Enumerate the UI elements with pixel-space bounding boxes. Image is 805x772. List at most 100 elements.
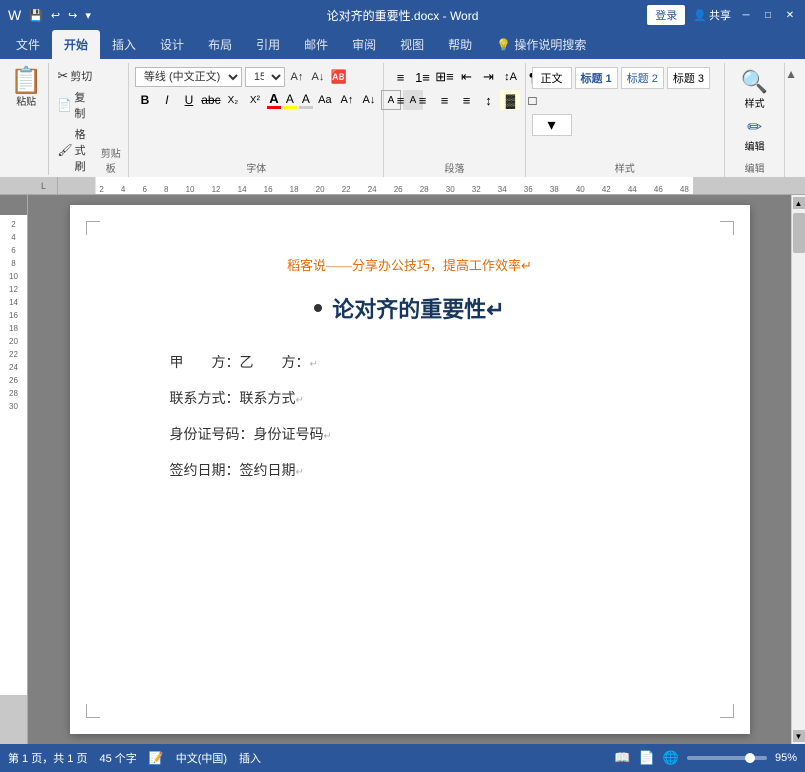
justify-button[interactable]: ≡ xyxy=(456,90,476,110)
tab-file[interactable]: 文件 xyxy=(4,30,52,59)
scroll-thumb[interactable] xyxy=(793,213,805,253)
title-left: W 💾 ↩ ↪ ▾ xyxy=(8,7,93,23)
align-left-button[interactable]: ≡ xyxy=(390,90,410,110)
tab-review[interactable]: 审阅 xyxy=(340,30,388,59)
style-heading1[interactable]: 标题 1 xyxy=(575,67,618,89)
underline-button[interactable]: U xyxy=(179,90,199,110)
sort-button[interactable]: ↕A xyxy=(500,67,520,87)
superscript-button[interactable]: X² xyxy=(245,90,265,110)
decrease-indent[interactable]: ⇤ xyxy=(456,67,476,87)
align-center-button[interactable]: ≡ xyxy=(412,90,432,110)
document-page[interactable]: 稻客说——分享办公技巧，提高工作效率↵ 论对齐的重要性↵ 甲 方 ： 乙 方 ：… xyxy=(70,205,750,734)
style-more[interactable]: ▾ xyxy=(532,114,572,136)
tab-design[interactable]: 设计 xyxy=(148,30,196,59)
copy-button[interactable]: 📄复制 xyxy=(55,88,95,122)
strikethrough-button[interactable]: abc xyxy=(201,90,221,110)
edit-btn2[interactable]: ✏ 编辑 xyxy=(743,115,767,155)
row4-colon: ： xyxy=(226,460,240,480)
redo-quick-btn[interactable]: ↪ xyxy=(66,9,79,22)
numbering-button[interactable]: 1≡ xyxy=(412,67,432,87)
vertical-scrollbar[interactable]: ▲ ▼ xyxy=(791,195,805,744)
row1-label: 甲 方 xyxy=(170,352,226,372)
zoom-slider[interactable] xyxy=(687,756,767,760)
bold-button[interactable]: B xyxy=(135,90,155,110)
increase-indent[interactable]: ⇥ xyxy=(478,67,498,87)
tab-insert[interactable]: 插入 xyxy=(100,30,148,59)
qa-dropdown-btn[interactable]: ▾ xyxy=(83,9,93,22)
tab-layout[interactable]: 布局 xyxy=(196,30,244,59)
zoom-thumb xyxy=(745,753,755,763)
window-title: 论对齐的重要性.docx - Word xyxy=(327,7,479,24)
ruler-body: 24 68 1012 1416 1820 2224 2628 3032 3436… xyxy=(58,177,805,194)
ribbon: 文件 开始 插入 设计 布局 引用 邮件 审阅 视图 帮助 💡 操作说明搜索 📋… xyxy=(0,30,805,177)
close-button[interactable]: ✕ xyxy=(783,8,797,22)
row3-colon: ： xyxy=(240,424,254,444)
scroll-down-button[interactable]: ▼ xyxy=(793,730,805,742)
style-heading3[interactable]: 标题 3 xyxy=(667,67,710,89)
cut-button[interactable]: ✂剪切 xyxy=(55,67,95,85)
view-print-button[interactable]: 📄 xyxy=(639,750,655,766)
tab-home[interactable]: 开始 xyxy=(52,30,100,59)
style-normal[interactable]: 正文 xyxy=(532,67,572,89)
login-button[interactable]: 登录 xyxy=(647,5,685,25)
multilevel-button[interactable]: ⊞≡ xyxy=(434,67,454,87)
font-grow-button[interactable]: A↑ xyxy=(288,68,306,86)
view-read-button[interactable]: 📖 xyxy=(614,750,630,766)
shading-button[interactable]: A xyxy=(299,92,313,109)
font-row1: 等线 (中文正文) 15.5 A↑ A↓ 🆎 xyxy=(135,67,348,87)
para-group-label: 段落 xyxy=(390,157,518,175)
tab-search[interactable]: 💡 操作说明搜索 xyxy=(484,30,598,59)
ribbon-content: 📋 粘贴 ✂剪切 📄复制 🖌格式刷 剪贴板 等线 (中文正文) 15.5 xyxy=(0,59,805,177)
paste-button[interactable]: 📋 粘贴 xyxy=(10,67,42,108)
editing-group: 🔍 样式 ✏ 编辑 编辑 xyxy=(725,63,785,177)
ruler-corner[interactable]: L xyxy=(30,177,58,194)
font-size-select[interactable]: 15.5 xyxy=(245,67,285,87)
paste-section: 📋 粘贴 xyxy=(10,63,49,175)
italic-button[interactable]: I xyxy=(157,90,177,110)
collapse-ribbon-button[interactable]: ▲ xyxy=(785,63,797,81)
font-family-select[interactable]: 等线 (中文正文) xyxy=(135,67,242,87)
language-icon: 📝 xyxy=(149,751,164,765)
paste-icon: 📋 xyxy=(10,67,42,93)
corner-mark-bl xyxy=(86,704,100,718)
font-color-button[interactable]: A xyxy=(267,91,281,109)
font-group: 等线 (中文正文) 15.5 A↑ A↓ 🆎 B I U abc X₂ X² xyxy=(129,63,385,177)
clear-format-button[interactable]: 🆎 xyxy=(330,68,348,86)
align-right-button[interactable]: ≡ xyxy=(434,90,454,110)
shading-para-button[interactable]: ▓ xyxy=(500,90,520,110)
font-aa-button[interactable]: Aa xyxy=(315,90,335,110)
save-quick-btn[interactable]: 💾 xyxy=(27,9,45,22)
subscript-button[interactable]: X₂ xyxy=(223,90,243,110)
edit-group-label: 编辑 xyxy=(731,157,778,175)
doc-subtitle: 稻客说——分享办公技巧，提高工作效率↵ xyxy=(150,255,670,274)
line-spacing-button[interactable]: ↕ xyxy=(478,90,498,110)
view-web-button[interactable]: 🌐 xyxy=(663,750,679,766)
status-right: 📖 📄 🌐 95% xyxy=(614,750,797,766)
font-shrink-button[interactable]: A↓ xyxy=(309,68,327,86)
title-bar: W 💾 ↩ ↪ ▾ 论对齐的重要性.docx - Word 登录 👤 共享 ─ … xyxy=(0,0,805,30)
format-painter-button[interactable]: 🖌格式刷 xyxy=(55,125,95,175)
tab-help[interactable]: 帮助 xyxy=(436,30,484,59)
proofing-language: 中文(中国) xyxy=(176,750,227,766)
font-size-dn[interactable]: A↓ xyxy=(359,90,379,110)
doc-title: 论对齐的重要性↵ xyxy=(332,292,504,324)
find-replace-button[interactable]: 🔍 样式 xyxy=(739,67,770,112)
maximize-button[interactable]: □ xyxy=(761,8,775,22)
share-button[interactable]: 👤 共享 xyxy=(693,7,731,23)
row3-label: 身份证号码 xyxy=(170,424,240,444)
highlight-color-button[interactable]: A xyxy=(283,92,297,109)
row2-enter: ↵ xyxy=(296,395,304,406)
tab-view[interactable]: 视图 xyxy=(388,30,436,59)
paste-label: 粘贴 xyxy=(16,93,36,108)
scroll-up-button[interactable]: ▲ xyxy=(793,197,805,209)
clipboard-right: ✂剪切 📄复制 🖌格式刷 xyxy=(49,63,95,175)
tab-mailings[interactable]: 邮件 xyxy=(292,30,340,59)
font-size-up[interactable]: A↑ xyxy=(337,90,357,110)
bullets-button[interactable]: ≡ xyxy=(390,67,410,87)
tab-references[interactable]: 引用 xyxy=(244,30,292,59)
undo-quick-btn[interactable]: ↩ xyxy=(49,9,62,22)
minimize-button[interactable]: ─ xyxy=(739,8,753,22)
style-heading2[interactable]: 标题 2 xyxy=(621,67,664,89)
horizontal-ruler: L 24 68 1012 1416 1820 2224 2628 3032 34… xyxy=(0,177,805,195)
doc-row-1: 甲 方 ： 乙 方 ： ↵ xyxy=(170,352,670,372)
